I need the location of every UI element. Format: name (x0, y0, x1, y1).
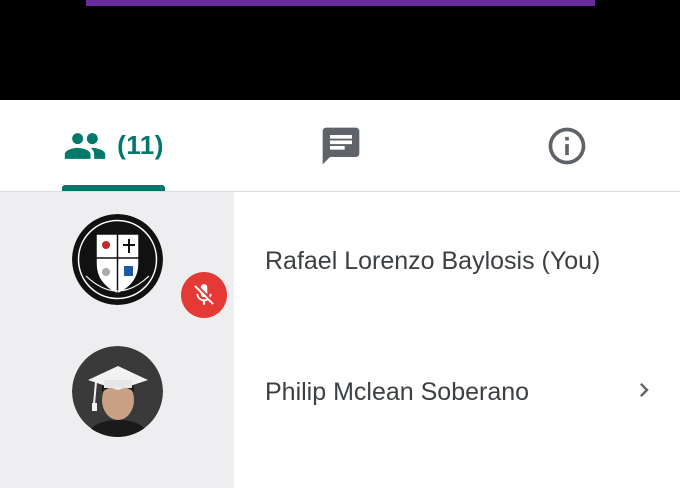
tab-chat[interactable] (227, 100, 454, 191)
tab-bar: (11) (0, 100, 680, 192)
video-preview (0, 0, 680, 100)
avatar-column (0, 338, 234, 488)
participant-name: Philip Mclean Soberano (265, 378, 530, 406)
people-icon (64, 132, 106, 159)
chevron-right-icon[interactable] (630, 376, 658, 404)
graduation-photo-avatar (72, 346, 163, 437)
active-tab-indicator (62, 185, 165, 191)
participant-row[interactable]: Rafael Lorenzo Baylosis (You) (0, 192, 680, 342)
participant-row[interactable]: Philip Mclean Soberano (0, 338, 680, 488)
participant-name: Rafael Lorenzo Baylosis (You) (265, 247, 601, 275)
video-frame-strip (86, 0, 595, 6)
participant-list: Rafael Lorenzo Baylosis (You) Philip Mcl… (0, 192, 680, 488)
school-crest-avatar (72, 214, 163, 305)
tab-info[interactable] (454, 100, 680, 191)
info-icon (548, 127, 586, 164)
tab-people[interactable]: (11) (0, 100, 227, 191)
avatar-column (0, 192, 234, 342)
chat-icon (322, 127, 359, 164)
mic-off-icon (181, 272, 227, 318)
participant-count: (11) (117, 130, 164, 160)
